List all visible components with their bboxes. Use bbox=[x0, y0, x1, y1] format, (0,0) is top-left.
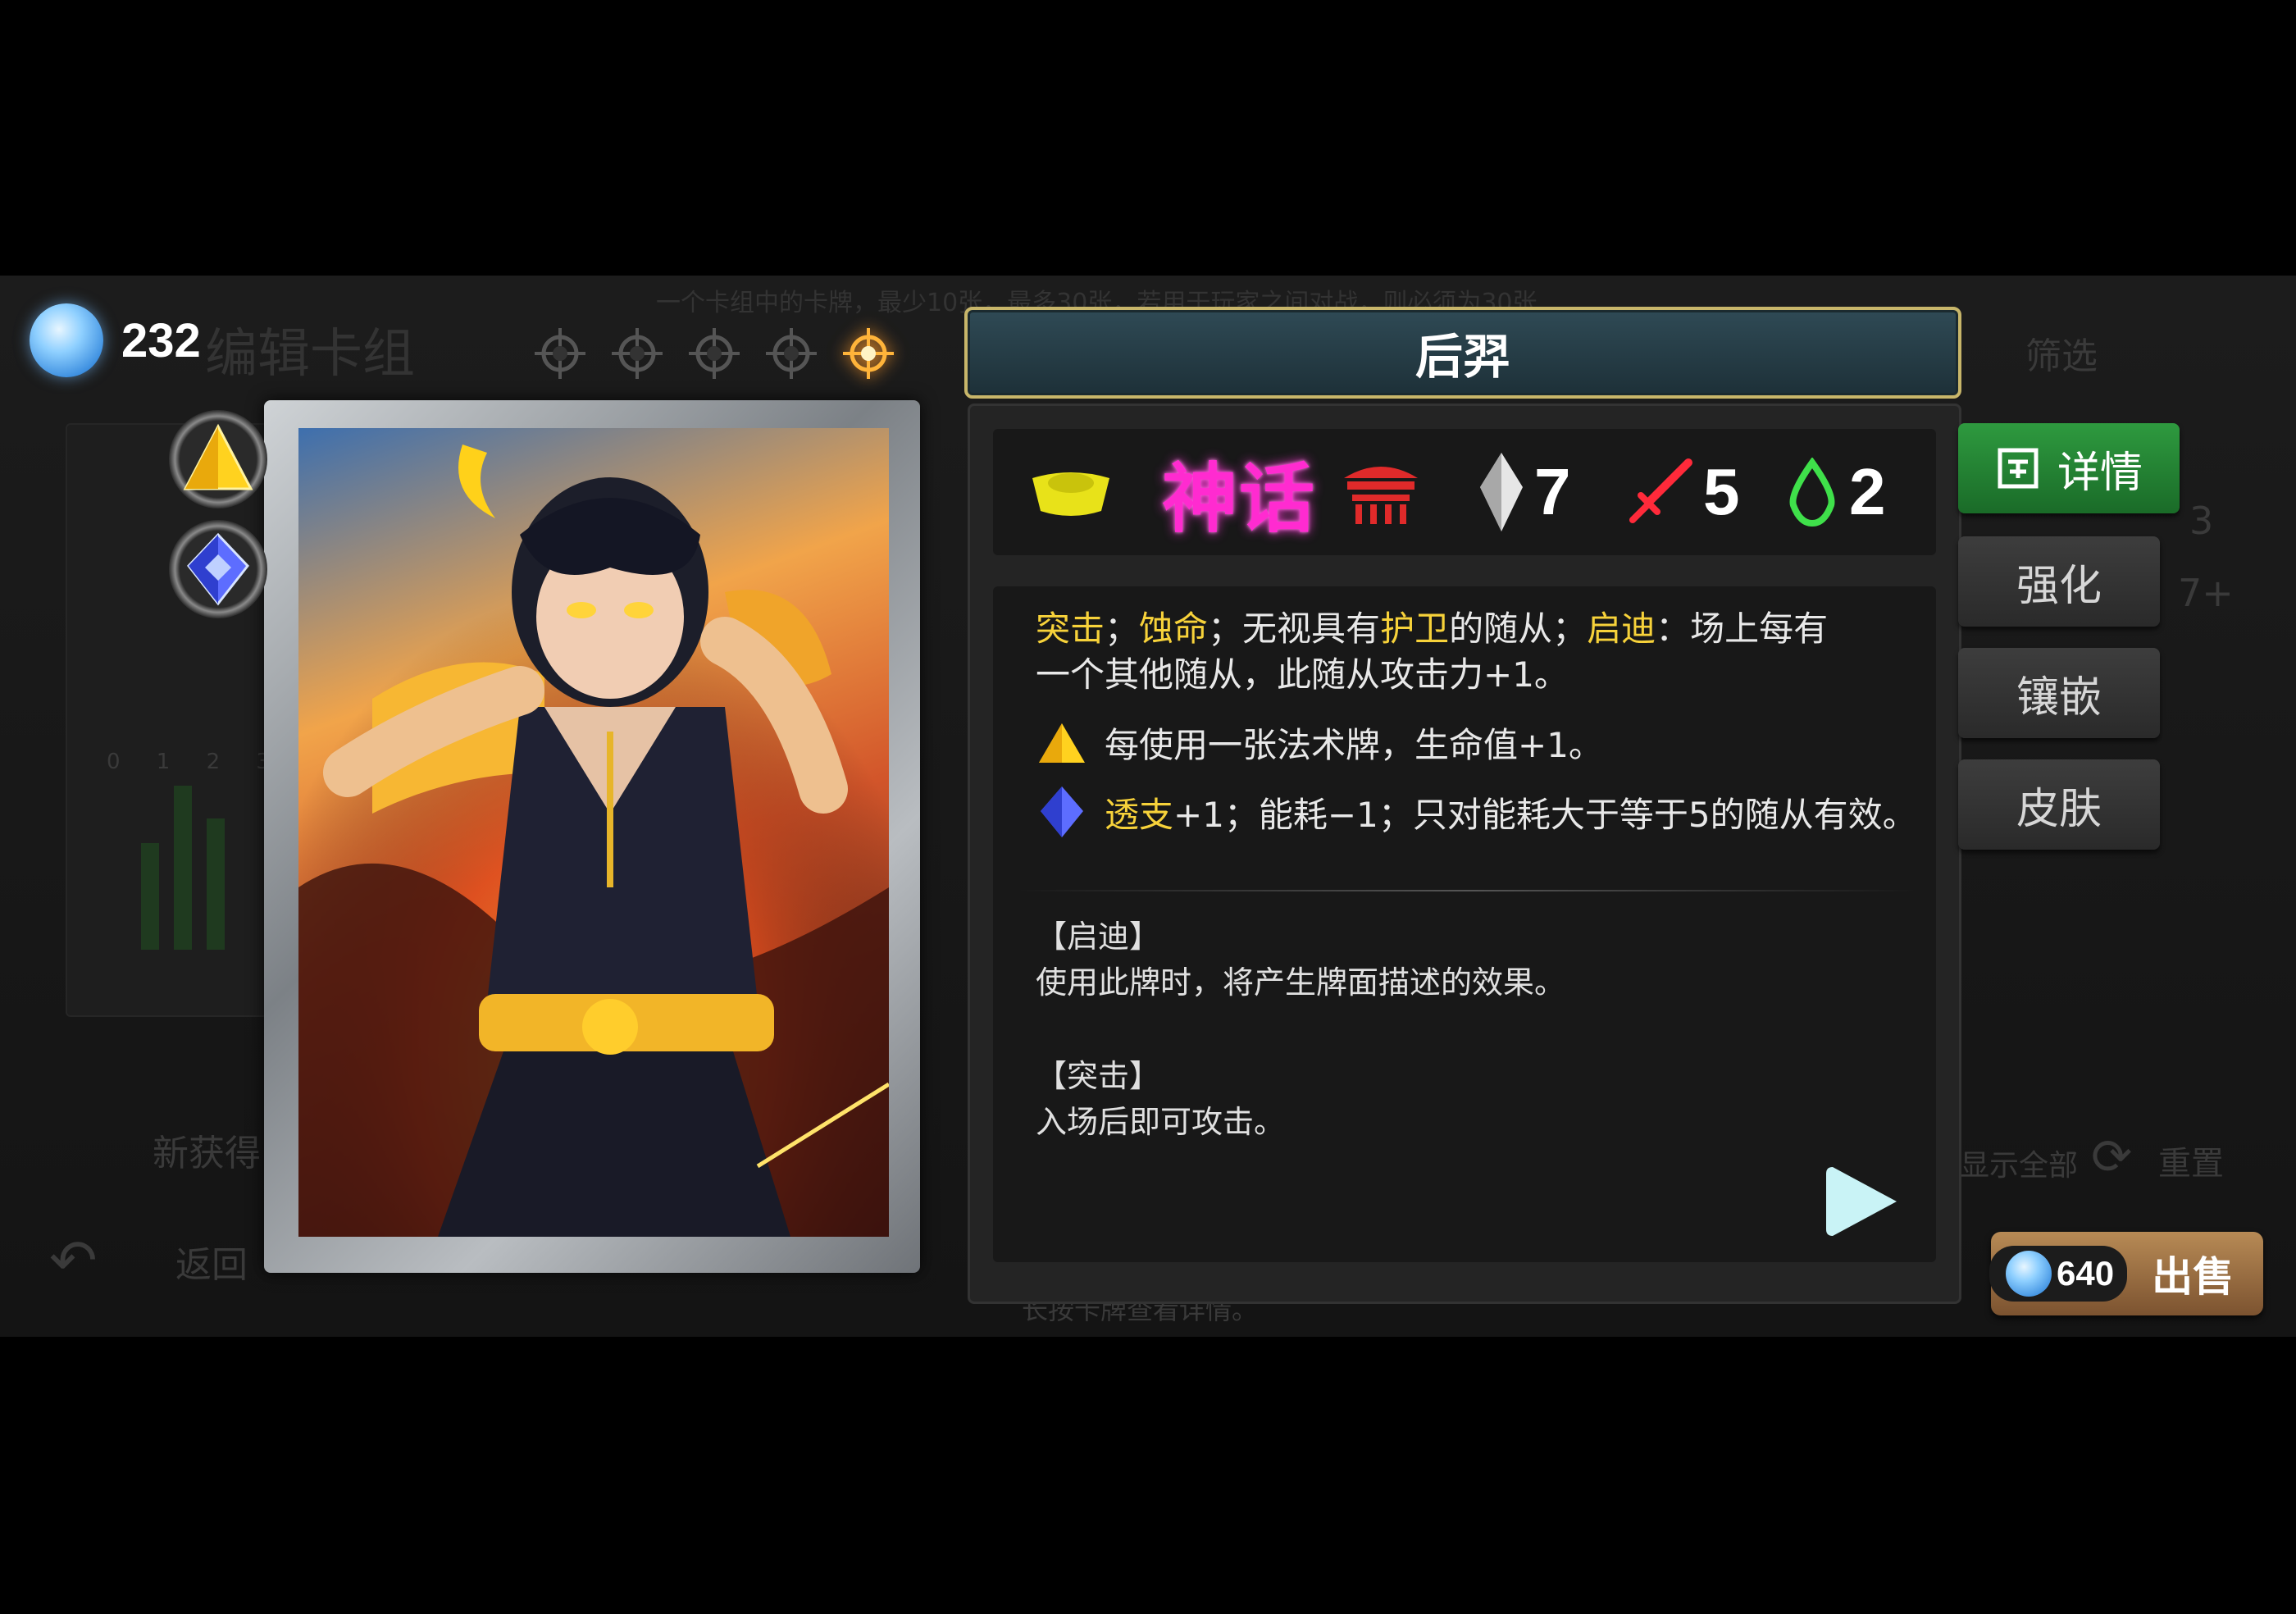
show-all-label[interactable]: 显示全部 bbox=[1960, 1142, 2078, 1184]
card-name-banner: 后羿 bbox=[964, 307, 1961, 399]
health-value: 2 bbox=[1849, 455, 1886, 528]
attack-value: 5 bbox=[1703, 455, 1740, 528]
crystal-cost-icon bbox=[1480, 453, 1523, 531]
skin-label: 皮肤 bbox=[2016, 784, 2102, 834]
gem-effect-topaz: 每使用一张法术牌，生命值+1。 bbox=[1036, 718, 1603, 768]
section-divider bbox=[1016, 890, 1918, 891]
card-frame bbox=[264, 400, 920, 1273]
crystal-icon bbox=[2006, 1251, 2052, 1297]
description-line: 一个其他随从，此随从攻击力+1。 bbox=[1036, 654, 1569, 695]
water-drop-icon bbox=[1789, 458, 1835, 527]
health-stat: 2 bbox=[1784, 454, 1886, 530]
details-tab-button[interactable]: 详情 bbox=[1958, 423, 2180, 513]
note-heading: 【突击】 bbox=[1036, 1058, 1161, 1094]
description-text: ；无视具有 bbox=[1208, 609, 1381, 649]
details-label: 详情 bbox=[2057, 448, 2143, 498]
next-page-arrow-icon[interactable] bbox=[1821, 1160, 1903, 1242]
description-text: ； bbox=[1105, 609, 1140, 649]
inlay-label: 镶嵌 bbox=[2016, 672, 2102, 723]
description-text: ：场上每有 bbox=[1656, 609, 1829, 649]
description-text: 的随从； bbox=[1449, 609, 1588, 649]
keyword-text: 突击 bbox=[1036, 609, 1105, 649]
sapphire-gem-icon bbox=[187, 532, 249, 606]
deck-editor-title: 编辑卡组 bbox=[205, 324, 415, 385]
attack-stat: 5 bbox=[1626, 454, 1740, 530]
gem-effect-text: +1；能耗−1；只对能耗大于等于5的随从有效。 bbox=[1173, 794, 1917, 835]
gold-ingot-icon bbox=[1032, 472, 1109, 516]
note-text: 入场后即可攻击。 bbox=[1036, 1104, 1286, 1140]
inlay-button[interactable]: 镶嵌 bbox=[1958, 648, 2160, 738]
topaz-gem-icon bbox=[1039, 723, 1085, 763]
rarity-star-empty-icon bbox=[687, 326, 741, 381]
enhance-button[interactable]: 强化 bbox=[1958, 536, 2160, 627]
rarity-stat: 神话 bbox=[1162, 438, 1316, 547]
gem-effect-text: 每使用一张法术牌，生命值+1。 bbox=[1105, 725, 1603, 765]
filter-digit: 3 bbox=[2189, 499, 2214, 543]
crystal-amount: 232 bbox=[121, 313, 201, 367]
card-detail-screen: 一个卡组中的卡牌，最少10张，最多30张，若用于玩家之间对战，则必须为30张 编… bbox=[0, 276, 2296, 1337]
gem-slot-1[interactable] bbox=[169, 410, 267, 508]
cost-value: 7 bbox=[1534, 455, 1571, 528]
keyword-text: 启迪 bbox=[1587, 609, 1656, 649]
enhance-label: 强化 bbox=[2016, 561, 2102, 611]
new-cards-label[interactable]: 新获得 bbox=[153, 1124, 261, 1176]
reset-label[interactable]: 重置 bbox=[2158, 1137, 2224, 1184]
description-line: 突击；蚀命；无视具有护卫的随从；启迪：场上每有 bbox=[1036, 601, 1828, 651]
reset-icon[interactable]: ⟳ bbox=[2091, 1128, 2132, 1186]
card-detail-icon bbox=[1998, 448, 2039, 489]
temple-icon bbox=[1344, 467, 1418, 524]
rarity-stars bbox=[533, 326, 895, 381]
rarity-star-empty-icon bbox=[610, 326, 664, 381]
card-stats-row: 神话 7 5 2 bbox=[993, 429, 1936, 555]
keyword-text: 蚀命 bbox=[1139, 609, 1209, 649]
topaz-gem-icon bbox=[183, 423, 253, 490]
keyword-text: 护卫 bbox=[1380, 609, 1450, 649]
sell-price-box: 640 bbox=[1989, 1246, 2128, 1302]
skin-button[interactable]: 皮肤 bbox=[1958, 759, 2160, 850]
gem-effect-sapphire: 透支 +1；能耗−1；只对能耗大于等于5的随从有效。 bbox=[1036, 785, 1917, 839]
filter-digit: 7+ bbox=[2178, 571, 2234, 615]
rarity-star-empty-icon bbox=[764, 326, 818, 381]
card-artwork bbox=[298, 428, 889, 1237]
rarity-star-empty-icon bbox=[533, 326, 587, 381]
rarity-star-lit-icon bbox=[841, 326, 895, 381]
crystal-currency: 232 bbox=[30, 303, 201, 377]
back-label[interactable]: 返回 bbox=[175, 1235, 248, 1288]
note-text: 使用此牌时，将产生牌面描述的效果。 bbox=[1036, 964, 1566, 1001]
sell-label: 出售 bbox=[2152, 1253, 2234, 1301]
cost-bar bbox=[141, 843, 159, 950]
sapphire-gem-icon bbox=[1041, 786, 1083, 837]
sell-button[interactable]: 640 出售 bbox=[1989, 1232, 2263, 1315]
hero-illustration bbox=[298, 428, 889, 1237]
overdraw-keyword: 透支 bbox=[1105, 794, 1174, 835]
back-arrow-icon[interactable]: ↶ bbox=[49, 1227, 98, 1294]
note-heading: 【启迪】 bbox=[1036, 919, 1161, 955]
crystal-icon bbox=[30, 303, 103, 377]
rarity-label: 神话 bbox=[1162, 454, 1317, 543]
card-name: 后羿 bbox=[1414, 329, 1510, 385]
cost-bar bbox=[207, 818, 225, 950]
cost-bar bbox=[174, 786, 192, 950]
gem-slot-2[interactable] bbox=[169, 520, 267, 618]
cost-stat: 7 bbox=[1477, 451, 1571, 533]
type-stat bbox=[1336, 455, 1426, 529]
card-description-box: 突击；蚀命；无视具有护卫的随从；启迪：场上每有 一个其他随从，此随从攻击力+1。… bbox=[993, 586, 1936, 1262]
cost-curve-panel bbox=[66, 423, 274, 1017]
filter-label[interactable]: 筛选 bbox=[2025, 326, 2098, 379]
sell-price: 640 bbox=[2057, 1254, 2115, 1293]
faction-stat bbox=[1026, 463, 1116, 521]
card-detail-panel: 神话 7 5 2 突击；蚀命；无视具有护卫的随从；启迪：场上每有 一个其他随从，… bbox=[968, 404, 1961, 1304]
sword-icon bbox=[1629, 458, 1692, 523]
